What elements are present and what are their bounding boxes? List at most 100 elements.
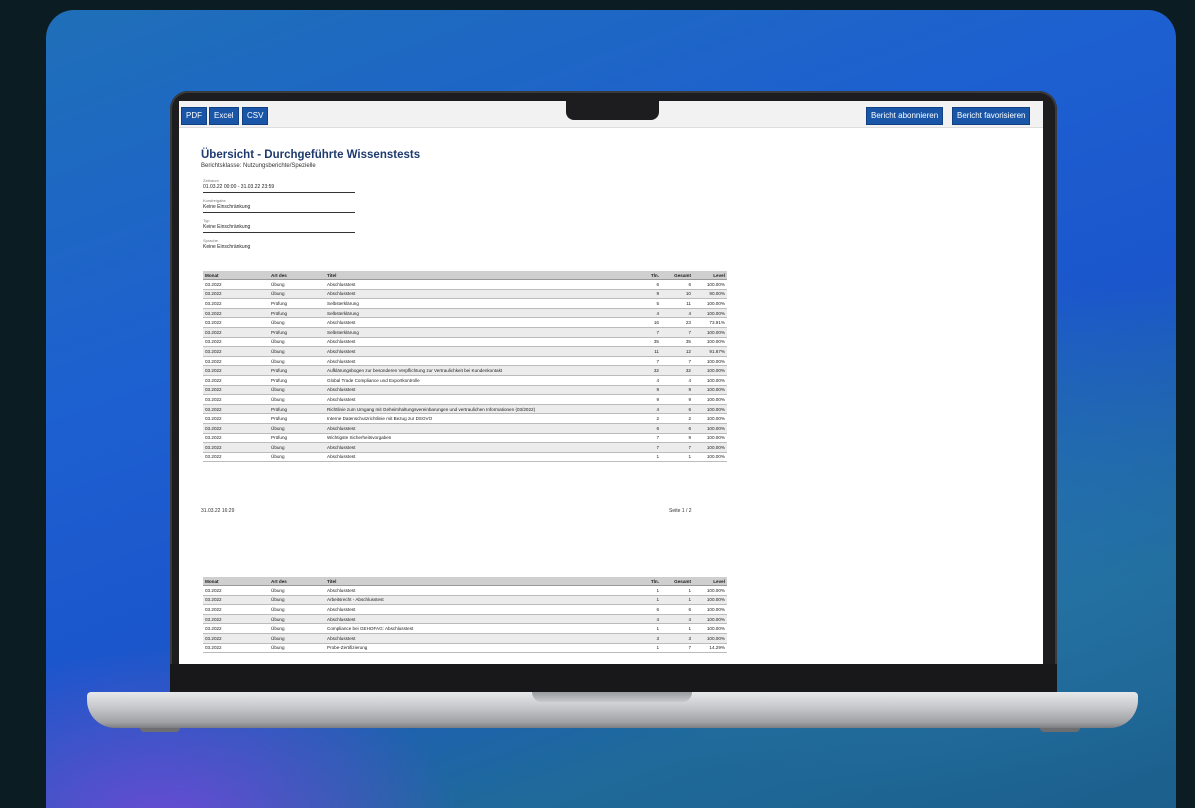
table-row: 03.2022 Übung Abschlusstest 3 3 100.00% — [203, 633, 727, 644]
table-cell: 1 — [635, 623, 661, 634]
report-subtitle: Berichtsklasse: Nutzungsberichte/Speziel… — [201, 163, 316, 169]
table-cell: Interne Datenschutzrichtlinie mit Bezug … — [325, 413, 635, 424]
table-cell: Übung — [269, 356, 325, 367]
table-cell: 1 — [635, 595, 661, 606]
table-cell: Abschlusstest — [325, 614, 635, 625]
filter-value: Keine Einschränkung — [203, 244, 251, 250]
table-cell: 03.2022 — [203, 327, 269, 338]
table-row: 03.2022 Übung Probe-Zertifizierung 1 7 14.29% — [203, 643, 727, 654]
table-cell: Übung — [269, 317, 325, 328]
table-cell: 9 — [635, 394, 661, 405]
table-cell: Abschlusstest — [325, 346, 635, 357]
table-cell: Übung — [269, 423, 325, 434]
table-cell: Aufklärungsbogen zur besonderen Verpflic… — [325, 365, 635, 376]
table-cell: 100.00% — [693, 595, 727, 606]
csv-export-button[interactable]: CSV — [242, 107, 269, 125]
table-cell: 11 — [661, 298, 693, 309]
table-cell: Global Trade Compliance und Exportkontro… — [325, 375, 635, 386]
table-cell: 4 — [635, 614, 661, 625]
table-cell: 6 — [661, 604, 693, 615]
table-cell: 3 — [635, 633, 661, 644]
table-cell: 100.00% — [693, 298, 727, 309]
table-cell: Richtlinie zum Umgang mit Geheimhaltungs… — [325, 404, 635, 415]
table-cell: 4 — [661, 614, 693, 625]
table-row: 03.2022 Prüfung Global Trade Compliance un… — [203, 375, 727, 386]
table-cell: Übung — [269, 595, 325, 606]
table-cell: 03.2022 — [203, 595, 269, 606]
table-cell: 32 — [661, 365, 693, 376]
pdf-export-button[interactable]: PDF — [181, 107, 207, 125]
report-title: Übersicht - Durchgeführte Wissenstests — [201, 149, 421, 161]
table-cell: 7 — [661, 442, 693, 453]
table-row: 03.2022 Übung Arbeitsrecht - Abschlusstest… — [203, 595, 727, 606]
table-cell: 03.2022 — [203, 356, 269, 367]
table-cell: 7 — [635, 433, 661, 444]
column-header: Gesamt — [661, 577, 693, 586]
table-cell: 100.00% — [693, 394, 727, 405]
table-cell: 03.2022 — [203, 289, 269, 300]
table-cell: 100.00% — [693, 413, 727, 424]
table-cell: 03.2022 — [203, 604, 269, 615]
table-cell: 03.2022 — [203, 633, 269, 644]
table-row: 03.2022 Übung Abschlusstest 9 9 100.00% — [203, 394, 727, 405]
table-cell: Abschlusstest — [325, 317, 635, 328]
table-cell: 35 — [635, 337, 661, 348]
filter-label: Zeitraum — [203, 178, 219, 183]
table-cell: 03.2022 — [203, 614, 269, 625]
table-cell: 03.2022 — [203, 433, 269, 444]
table-cell: 03.2022 — [203, 442, 269, 453]
excel-export-button[interactable]: Excel — [209, 107, 239, 125]
table-cell: Übung — [269, 289, 325, 300]
table-row: 03.2022 Übung Abschlusstest 9 9 100.00% — [203, 385, 727, 396]
table-cell: 9 — [635, 385, 661, 396]
table-cell: 03.2022 — [203, 375, 269, 386]
table-cell: Prüfung — [269, 375, 325, 386]
column-header: Art des — [269, 577, 325, 586]
table-cell: 9 — [661, 385, 693, 396]
table-cell: 6 — [635, 279, 661, 290]
table-cell: 73.91% — [693, 317, 727, 328]
table-cell: 90.00% — [693, 289, 727, 300]
table-cell: 03.2022 — [203, 452, 269, 463]
column-header: Level — [693, 577, 727, 586]
subscribe-report-button[interactable]: Bericht abonnieren — [866, 107, 944, 125]
table-row: 03.2022 Übung Abschlusstest 1 1 100.00% — [203, 452, 727, 463]
laptop-foot — [140, 728, 180, 732]
table-cell: 4 — [635, 308, 661, 319]
table-cell: 14.29% — [693, 643, 727, 654]
table-row: 03.2022 Übung Abschlusstest 6 6 100.00% — [203, 279, 727, 290]
table-cell: 03.2022 — [203, 365, 269, 376]
table-cell: Probe-Zertifizierung — [325, 643, 635, 654]
filter-language: Sprache Keine Einschränkung — [203, 238, 355, 250]
table-cell: Prüfung — [269, 404, 325, 415]
table-cell: 03.2022 — [203, 413, 269, 424]
table-cell: Abschlusstest — [325, 385, 635, 396]
filter-value: Keine Einschränkung — [203, 204, 251, 210]
table-cell: Übung — [269, 394, 325, 405]
table-cell: 32 — [635, 365, 661, 376]
table-cell: Übung — [269, 346, 325, 357]
table-cell: Übung — [269, 643, 325, 654]
table-cell: 6 — [661, 279, 693, 290]
table-cell: Arbeitsrecht - Abschlusstest — [325, 595, 635, 606]
table-cell: Abschlusstest — [325, 633, 635, 644]
table-cell: 7 — [635, 356, 661, 367]
table-cell: 1 — [635, 452, 661, 463]
table-cell: Prüfung — [269, 413, 325, 424]
favorite-report-button[interactable]: Bericht favorisieren — [952, 107, 1031, 125]
table-cell: Übung — [269, 585, 325, 596]
table-row: 03.2022 Übung Abschlusstest 16 23 73.91% — [203, 317, 727, 328]
table-cell: 1 — [661, 623, 693, 634]
table-cell: 6 — [635, 604, 661, 615]
table-cell: 9 — [661, 394, 693, 405]
table-cell: Wichtigste Sicherheitsvorgaben — [325, 433, 635, 444]
laptop-foot — [1040, 728, 1080, 732]
table-cell: 03.2022 — [203, 423, 269, 434]
laptop-opening-notch — [532, 692, 692, 702]
table-cell: Übung — [269, 614, 325, 625]
table-cell: 1 — [635, 585, 661, 596]
table-cell: 91.67% — [693, 346, 727, 357]
table-cell: Abschlusstest — [325, 356, 635, 367]
table-cell: Übung — [269, 279, 325, 290]
column-header: Monat — [203, 577, 269, 586]
